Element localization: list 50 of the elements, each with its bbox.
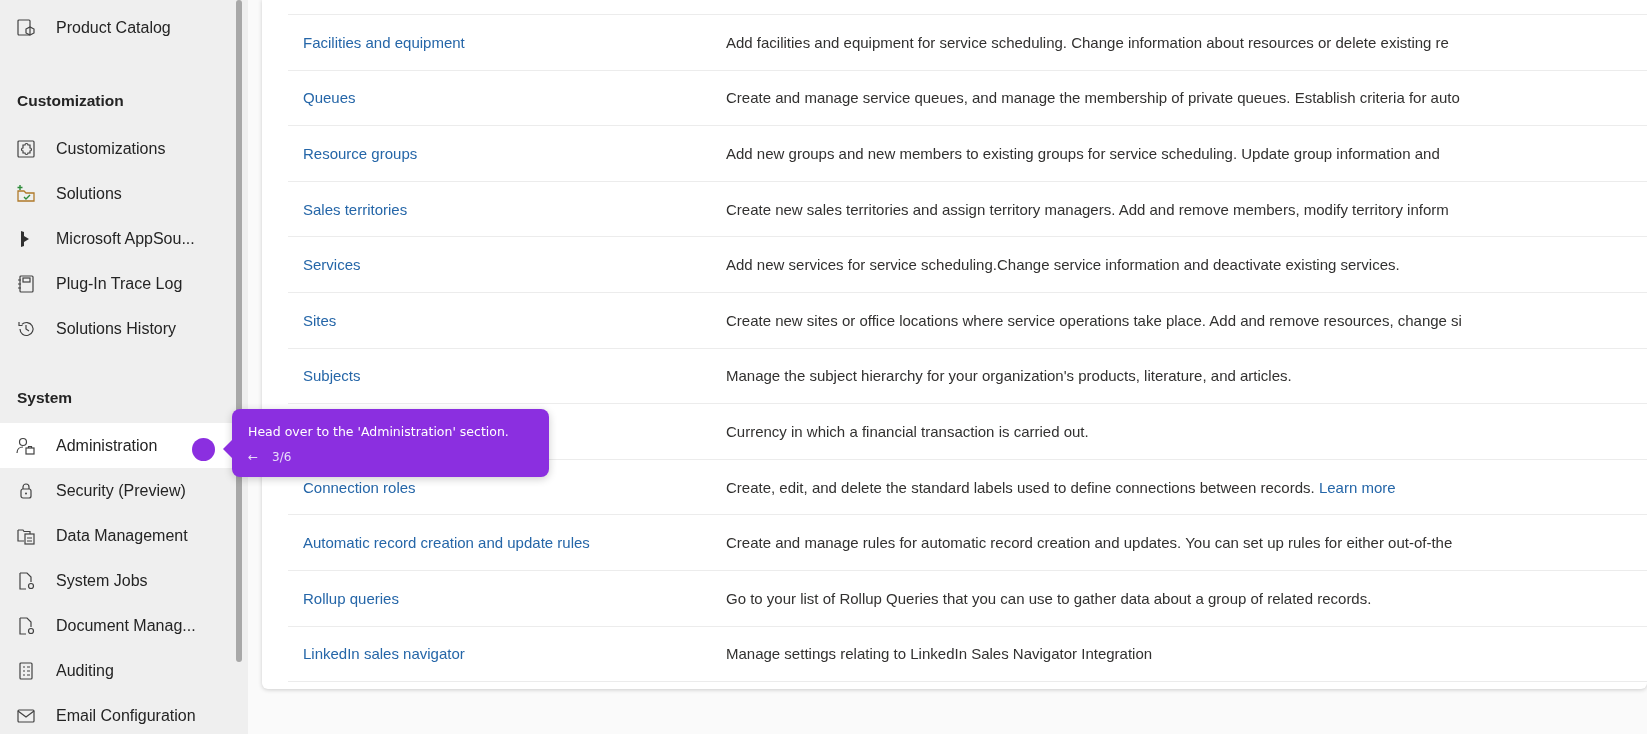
- setting-link[interactable]: Queues: [303, 89, 356, 107]
- setting-link[interactable]: Sales territories: [303, 200, 408, 218]
- setting-link[interactable]: LinkedIn sales navigator: [303, 645, 465, 663]
- setting-description: Manage the subject hierarchy for your organization's products, literature, and articles.: [726, 367, 1292, 385]
- folder-check-icon: [16, 183, 36, 204]
- sidebar-item[interactable]: Email Configuration: [0, 693, 238, 734]
- tooltip-text: Head over to the 'Administration' section.: [248, 424, 509, 439]
- sidebar-item[interactable]: Solutions: [0, 171, 238, 216]
- setting-description: Manage settings relating to LinkedIn Sales Navigator Integration: [726, 645, 1153, 663]
- sidebar-item[interactable]: Security (Preview): [0, 468, 238, 513]
- setting-description: Add new groups and new members to existing groups for service scheduling. Update group information and: [726, 145, 1440, 162]
- section-heading: System: [16, 388, 74, 408]
- document-gear-icon: [16, 570, 36, 591]
- setting-description: Add new services for service scheduling.Change service information and deactivate existing services.: [726, 256, 1400, 274]
- checklist-icon: [16, 660, 36, 681]
- setting-link[interactable]: Automatic record creation and update rules: [303, 534, 590, 552]
- setting-description: Currency in which a financial transaction is carried out.: [726, 422, 1089, 440]
- setting-description: Add facilities and equipment for service scheduling. Change information about resources or delete existing re: [726, 33, 1449, 51]
- setting-description: Create new sites or office locations where service operations take place. Add and remove resources, change si: [726, 311, 1462, 329]
- setting-description: Go to your list of Rollup Queries that you can use to gather data about a group of related records.: [726, 589, 1372, 607]
- sidebar-item[interactable]: Customizations: [0, 126, 238, 171]
- person-briefcase-icon: [16, 435, 36, 456]
- box-icon: [16, 17, 36, 38]
- sidebar-item[interactable]: Plug-In Trace Log: [0, 261, 238, 306]
- setting-description: Create new sales territories and assign territory managers. Add and remove members, modify territory inform: [726, 200, 1449, 218]
- setting-link[interactable]: Facilities and equipment: [303, 33, 465, 51]
- setting-description: Create and manage service queues, and manage the membership of private queues. Establish criteria for auto: [726, 89, 1460, 107]
- setting-link[interactable]: Sites: [303, 311, 337, 329]
- setting-link[interactable]: Subjects: [303, 367, 361, 385]
- setting-description: Create, edit, and delete the standard labels used to define connections between records. Learn more: [726, 478, 1396, 496]
- setting-link[interactable]: Rollup queries: [303, 589, 399, 607]
- scrollbar-thumb[interactable]: [236, 0, 242, 662]
- sidebar-item[interactable]: Document Manag...: [0, 603, 238, 648]
- setting-link[interactable]: Connection roles: [303, 478, 416, 496]
- setting-link[interactable]: Services: [303, 256, 361, 274]
- document-icon: [16, 273, 36, 294]
- puzzle-icon: [16, 138, 36, 159]
- document-gear-icon: [16, 615, 36, 636]
- step-counter: 3/6: [272, 450, 292, 464]
- sidebar-item[interactable]: Solutions History: [0, 306, 238, 351]
- sidebar-item[interactable]: Data Management: [0, 513, 238, 558]
- section-heading: Customization: [16, 91, 125, 111]
- sidebar-item[interactable]: Microsoft AppSou...: [0, 216, 238, 261]
- setting-description: Create and manage rules for automatic record creation and updates. You can set up rules for either out-of-the: [726, 534, 1453, 552]
- sidebar-item[interactable]: Auditing: [0, 648, 238, 693]
- sidebar-item[interactable]: System Jobs: [0, 558, 238, 603]
- back-arrow[interactable]: ←: [248, 450, 259, 464]
- learn-more-link[interactable]: Learn more: [1318, 478, 1396, 496]
- sidebar-item[interactable]: Product Catalog: [0, 5, 238, 50]
- setting-link[interactable]: Resource groups: [303, 145, 418, 162]
